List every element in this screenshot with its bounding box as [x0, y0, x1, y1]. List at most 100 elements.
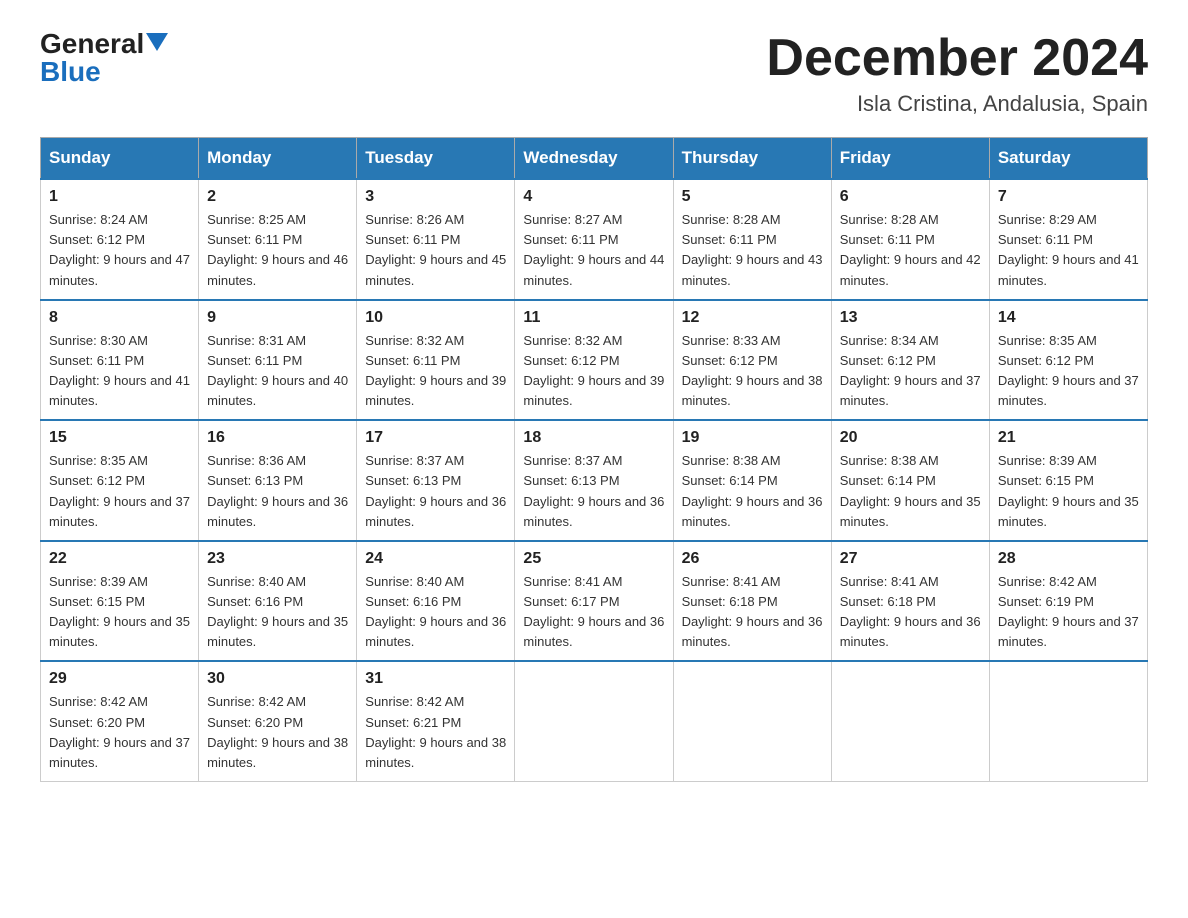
day-number: 16 [207, 429, 348, 447]
sunrise-label: Sunrise: 8:39 AM [998, 453, 1097, 468]
daylight-label: Daylight: 9 hours and 35 minutes. [998, 494, 1139, 529]
day-number: 25 [523, 550, 664, 568]
calendar-cell: 8 Sunrise: 8:30 AM Sunset: 6:11 PM Dayli… [41, 300, 199, 421]
daylight-label: Daylight: 9 hours and 37 minutes. [998, 373, 1139, 408]
calendar-cell: 24 Sunrise: 8:40 AM Sunset: 6:16 PM Dayl… [357, 541, 515, 662]
calendar-cell [831, 661, 989, 781]
day-number: 27 [840, 550, 981, 568]
calendar-cell: 30 Sunrise: 8:42 AM Sunset: 6:20 PM Dayl… [199, 661, 357, 781]
sunset-label: Sunset: 6:14 PM [840, 473, 936, 488]
day-number: 20 [840, 429, 981, 447]
sunrise-label: Sunrise: 8:39 AM [49, 574, 148, 589]
sunset-label: Sunset: 6:12 PM [523, 353, 619, 368]
sunset-label: Sunset: 6:15 PM [998, 473, 1094, 488]
day-info: Sunrise: 8:41 AM Sunset: 6:18 PM Dayligh… [840, 572, 981, 653]
calendar-cell: 6 Sunrise: 8:28 AM Sunset: 6:11 PM Dayli… [831, 179, 989, 300]
day-number: 26 [682, 550, 823, 568]
sunset-label: Sunset: 6:12 PM [49, 473, 145, 488]
day-info: Sunrise: 8:42 AM Sunset: 6:20 PM Dayligh… [207, 692, 348, 773]
calendar-cell: 26 Sunrise: 8:41 AM Sunset: 6:18 PM Dayl… [673, 541, 831, 662]
calendar-cell: 29 Sunrise: 8:42 AM Sunset: 6:20 PM Dayl… [41, 661, 199, 781]
sunset-label: Sunset: 6:13 PM [207, 473, 303, 488]
sunset-label: Sunset: 6:18 PM [840, 594, 936, 609]
day-info: Sunrise: 8:35 AM Sunset: 6:12 PM Dayligh… [998, 331, 1139, 412]
sunrise-label: Sunrise: 8:38 AM [682, 453, 781, 468]
day-number: 12 [682, 309, 823, 327]
day-info: Sunrise: 8:42 AM Sunset: 6:20 PM Dayligh… [49, 692, 190, 773]
day-info: Sunrise: 8:41 AM Sunset: 6:18 PM Dayligh… [682, 572, 823, 653]
daylight-label: Daylight: 9 hours and 41 minutes. [49, 373, 190, 408]
col-monday: Monday [199, 138, 357, 180]
calendar-cell: 18 Sunrise: 8:37 AM Sunset: 6:13 PM Dayl… [515, 420, 673, 541]
day-info: Sunrise: 8:36 AM Sunset: 6:13 PM Dayligh… [207, 451, 348, 532]
sunset-label: Sunset: 6:11 PM [523, 232, 618, 247]
calendar-cell [515, 661, 673, 781]
day-info: Sunrise: 8:26 AM Sunset: 6:11 PM Dayligh… [365, 210, 506, 291]
sunrise-label: Sunrise: 8:37 AM [523, 453, 622, 468]
calendar-cell: 23 Sunrise: 8:40 AM Sunset: 6:16 PM Dayl… [199, 541, 357, 662]
calendar-week-4: 22 Sunrise: 8:39 AM Sunset: 6:15 PM Dayl… [41, 541, 1148, 662]
day-number: 31 [365, 670, 506, 688]
day-number: 13 [840, 309, 981, 327]
day-number: 24 [365, 550, 506, 568]
calendar-cell: 21 Sunrise: 8:39 AM Sunset: 6:15 PM Dayl… [989, 420, 1147, 541]
sunset-label: Sunset: 6:11 PM [998, 232, 1093, 247]
sunset-label: Sunset: 6:11 PM [840, 232, 935, 247]
sunrise-label: Sunrise: 8:35 AM [49, 453, 148, 468]
day-info: Sunrise: 8:39 AM Sunset: 6:15 PM Dayligh… [998, 451, 1139, 532]
location-subtitle: Isla Cristina, Andalusia, Spain [766, 91, 1148, 117]
sunset-label: Sunset: 6:17 PM [523, 594, 619, 609]
calendar-cell: 27 Sunrise: 8:41 AM Sunset: 6:18 PM Dayl… [831, 541, 989, 662]
calendar-cell: 13 Sunrise: 8:34 AM Sunset: 6:12 PM Dayl… [831, 300, 989, 421]
sunrise-label: Sunrise: 8:34 AM [840, 333, 939, 348]
daylight-label: Daylight: 9 hours and 36 minutes. [207, 494, 348, 529]
day-info: Sunrise: 8:28 AM Sunset: 6:11 PM Dayligh… [682, 210, 823, 291]
day-number: 18 [523, 429, 664, 447]
daylight-label: Daylight: 9 hours and 37 minutes. [840, 373, 981, 408]
daylight-label: Daylight: 9 hours and 36 minutes. [523, 494, 664, 529]
calendar-cell: 25 Sunrise: 8:41 AM Sunset: 6:17 PM Dayl… [515, 541, 673, 662]
sunrise-label: Sunrise: 8:40 AM [365, 574, 464, 589]
sunrise-label: Sunrise: 8:38 AM [840, 453, 939, 468]
calendar-cell: 17 Sunrise: 8:37 AM Sunset: 6:13 PM Dayl… [357, 420, 515, 541]
sunset-label: Sunset: 6:12 PM [998, 353, 1094, 368]
day-info: Sunrise: 8:28 AM Sunset: 6:11 PM Dayligh… [840, 210, 981, 291]
calendar-week-1: 1 Sunrise: 8:24 AM Sunset: 6:12 PM Dayli… [41, 179, 1148, 300]
calendar-cell: 5 Sunrise: 8:28 AM Sunset: 6:11 PM Dayli… [673, 179, 831, 300]
sunrise-label: Sunrise: 8:41 AM [840, 574, 939, 589]
calendar-cell: 1 Sunrise: 8:24 AM Sunset: 6:12 PM Dayli… [41, 179, 199, 300]
daylight-label: Daylight: 9 hours and 39 minutes. [365, 373, 506, 408]
sunset-label: Sunset: 6:12 PM [49, 232, 145, 247]
sunset-label: Sunset: 6:20 PM [49, 715, 145, 730]
daylight-label: Daylight: 9 hours and 35 minutes. [840, 494, 981, 529]
day-number: 22 [49, 550, 190, 568]
sunset-label: Sunset: 6:21 PM [365, 715, 461, 730]
sunrise-label: Sunrise: 8:29 AM [998, 212, 1097, 227]
month-title: December 2024 [766, 30, 1148, 87]
calendar-cell: 19 Sunrise: 8:38 AM Sunset: 6:14 PM Dayl… [673, 420, 831, 541]
day-info: Sunrise: 8:32 AM Sunset: 6:11 PM Dayligh… [365, 331, 506, 412]
day-info: Sunrise: 8:33 AM Sunset: 6:12 PM Dayligh… [682, 331, 823, 412]
sunset-label: Sunset: 6:19 PM [998, 594, 1094, 609]
sunrise-label: Sunrise: 8:37 AM [365, 453, 464, 468]
daylight-label: Daylight: 9 hours and 37 minutes. [49, 494, 190, 529]
day-number: 6 [840, 188, 981, 206]
day-number: 15 [49, 429, 190, 447]
day-number: 17 [365, 429, 506, 447]
daylight-label: Daylight: 9 hours and 36 minutes. [365, 494, 506, 529]
sunrise-label: Sunrise: 8:35 AM [998, 333, 1097, 348]
sunrise-label: Sunrise: 8:31 AM [207, 333, 306, 348]
sunset-label: Sunset: 6:14 PM [682, 473, 778, 488]
sunrise-label: Sunrise: 8:28 AM [682, 212, 781, 227]
logo: General Blue [40, 30, 168, 88]
col-saturday: Saturday [989, 138, 1147, 180]
calendar-cell: 4 Sunrise: 8:27 AM Sunset: 6:11 PM Dayli… [515, 179, 673, 300]
day-info: Sunrise: 8:41 AM Sunset: 6:17 PM Dayligh… [523, 572, 664, 653]
logo-triangle-icon [146, 33, 168, 51]
sunrise-label: Sunrise: 8:25 AM [207, 212, 306, 227]
calendar-week-5: 29 Sunrise: 8:42 AM Sunset: 6:20 PM Dayl… [41, 661, 1148, 781]
daylight-label: Daylight: 9 hours and 46 minutes. [207, 252, 348, 287]
sunset-label: Sunset: 6:15 PM [49, 594, 145, 609]
sunset-label: Sunset: 6:12 PM [682, 353, 778, 368]
day-info: Sunrise: 8:25 AM Sunset: 6:11 PM Dayligh… [207, 210, 348, 291]
